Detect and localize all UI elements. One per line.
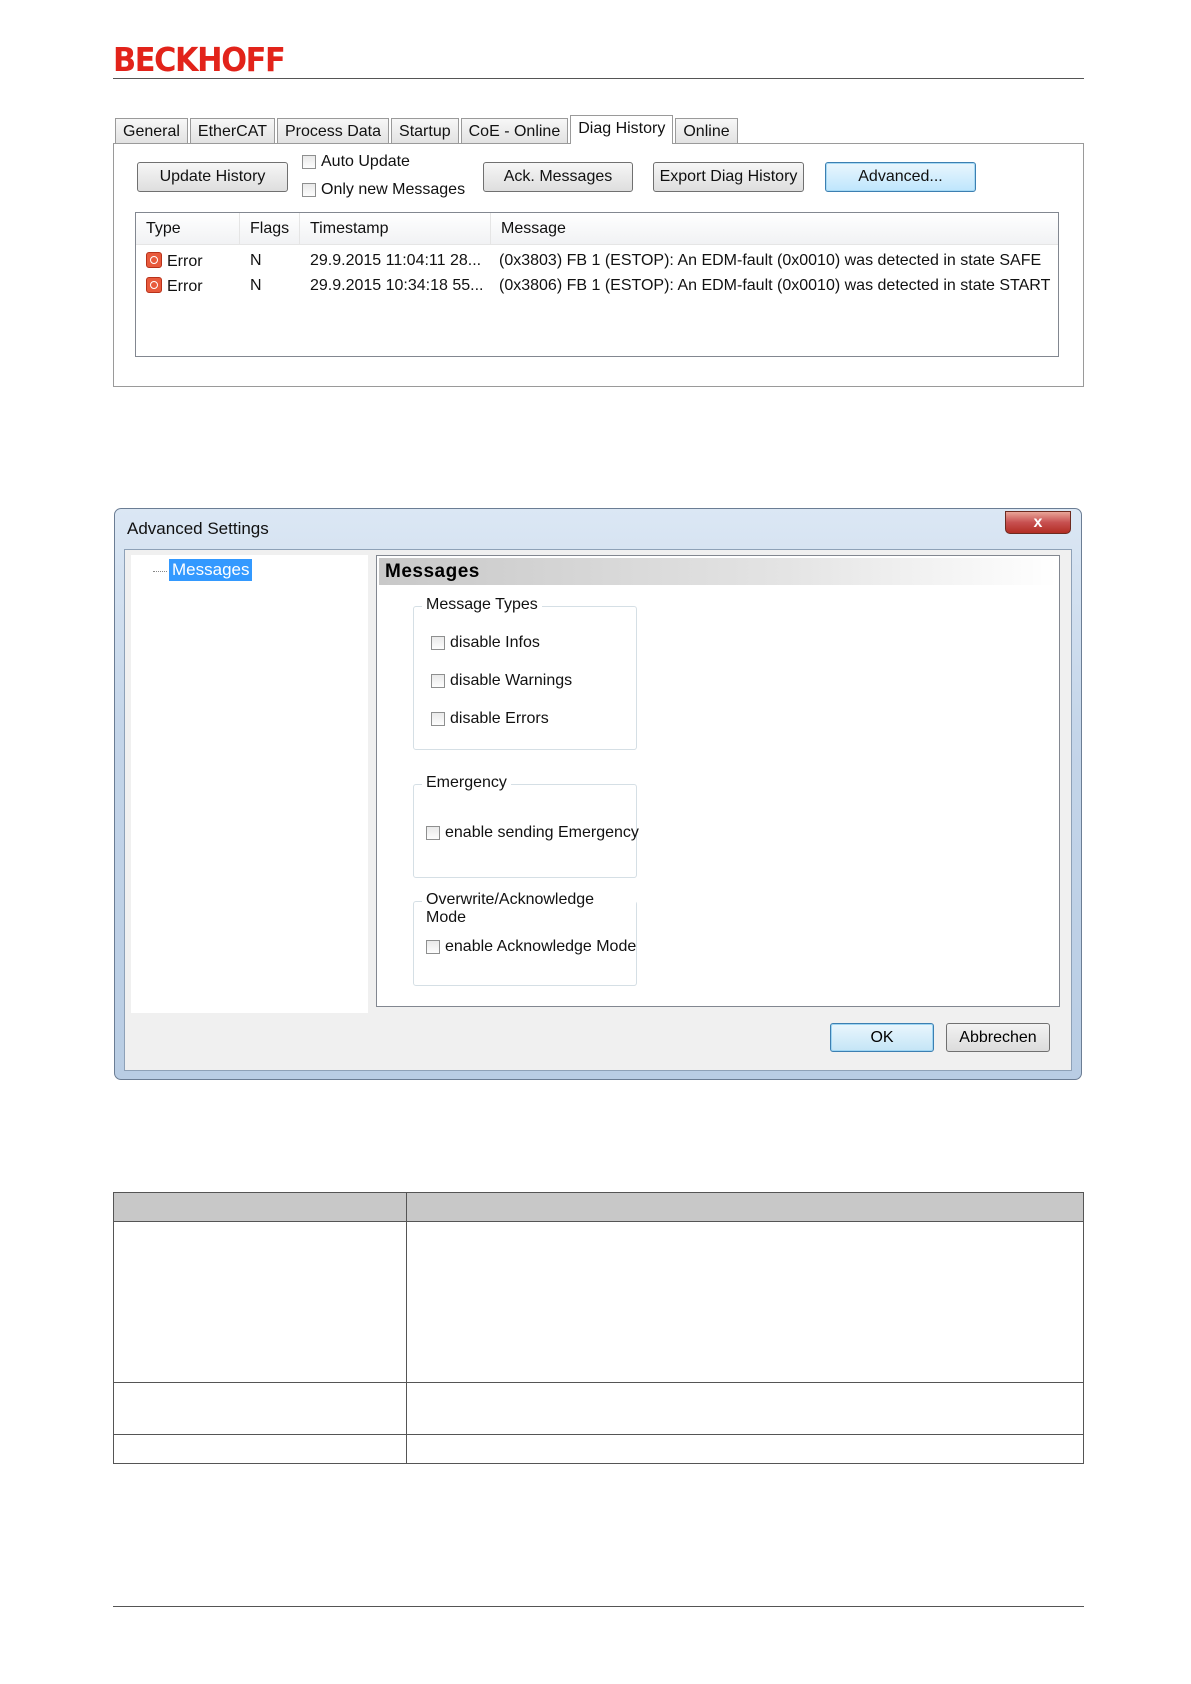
acknowledge-mode-group: Overwrite/Acknowledge Mode enable Acknow…: [413, 891, 637, 986]
table-cell: [113, 1382, 407, 1435]
table-row: [113, 1382, 1084, 1435]
dialog-client-area: Messages Messages Message Types disable …: [124, 549, 1072, 1071]
row-type-cell: Error: [146, 252, 203, 271]
disable-warnings-label: disable Warnings: [450, 672, 573, 689]
messages-page: Messages Message Types disable Infos dis…: [376, 555, 1060, 1007]
row-flags-cell: N: [250, 252, 262, 269]
row-flags-cell: N: [250, 277, 262, 294]
advanced-button[interactable]: Advanced...: [825, 162, 976, 192]
group-label-acknowledge-mode: Overwrite/Acknowledge Mode: [422, 891, 636, 927]
tab-process-data[interactable]: Process Data: [276, 118, 390, 143]
tab-strip: General EtherCAT Process Data Startup Co…: [115, 115, 740, 144]
group-label-message-types: Message Types: [422, 596, 542, 614]
disable-infos-checkbox[interactable]: disable Infos: [431, 634, 540, 652]
column-header-flags[interactable]: Flags: [240, 213, 300, 244]
tree-connector: [153, 571, 167, 572]
table-header-cell: [406, 1192, 1084, 1222]
table-cell: [406, 1221, 1084, 1383]
column-header-message[interactable]: Message: [491, 213, 1058, 244]
close-button[interactable]: x: [1005, 511, 1071, 534]
settings-tree[interactable]: Messages: [131, 555, 368, 1013]
enable-acknowledge-mode-label: enable Acknowledge Mode: [445, 938, 637, 955]
checkbox-box[interactable]: [431, 712, 445, 726]
ok-button[interactable]: OK: [830, 1023, 934, 1052]
ack-messages-button[interactable]: Ack. Messages: [483, 162, 633, 192]
group-label-emergency: Emergency: [422, 774, 511, 792]
disable-warnings-checkbox[interactable]: disable Warnings: [431, 672, 572, 690]
error-icon: [146, 277, 162, 293]
error-icon: [146, 252, 162, 268]
tab-diag-history[interactable]: Diag History: [570, 115, 674, 144]
table-cell: [113, 1221, 407, 1383]
only-new-messages-label: Only new Messages: [321, 181, 466, 198]
dialog-title: Advanced Settings: [127, 519, 269, 538]
table-cell: [406, 1382, 1084, 1435]
column-header-type[interactable]: Type: [136, 213, 240, 244]
footer-divider: [113, 1606, 1084, 1607]
row-timestamp-cell: 29.9.2015 11:04:11 28...: [310, 252, 482, 269]
tab-ethercat[interactable]: EtherCAT: [189, 118, 275, 143]
page-title: Messages: [379, 558, 1057, 585]
tree-item-messages[interactable]: Messages: [169, 559, 253, 581]
close-icon: x: [1033, 514, 1043, 531]
row-timestamp-cell: 29.9.2015 10:34:18 55...: [310, 277, 484, 294]
message-types-group: Message Types disable Infos disable Warn…: [413, 596, 637, 750]
row-type-text: Error: [167, 278, 203, 295]
row-message-cell: (0x3803) FB 1 (ESTOP): An EDM-fault (0x0…: [499, 252, 1042, 269]
row-type-cell: Error: [146, 277, 203, 296]
checkbox-box[interactable]: [302, 183, 316, 197]
brand-logo: BECKHOFF: [113, 40, 286, 79]
table-row: [113, 1434, 1084, 1464]
tab-coe-online[interactable]: CoE - Online: [460, 118, 569, 143]
row-message-cell: (0x3806) FB 1 (ESTOP): An EDM-fault (0x0…: [499, 277, 1051, 294]
tab-online[interactable]: Online: [675, 118, 738, 143]
auto-update-checkbox[interactable]: Auto Update: [302, 153, 410, 171]
checkbox-box[interactable]: [426, 826, 440, 840]
disable-infos-label: disable Infos: [450, 634, 540, 651]
checkbox-box[interactable]: [302, 155, 316, 169]
enable-sending-emergency-label: enable sending Emergency: [445, 824, 639, 841]
advanced-settings-dialog: Advanced Settings x Messages Messages Me…: [114, 508, 1082, 1080]
table-header-cell: [113, 1192, 407, 1222]
disable-errors-checkbox[interactable]: disable Errors: [431, 710, 549, 728]
diag-message-list[interactable]: Type Flags Timestamp Message Error N 29.…: [135, 212, 1059, 357]
header-divider: [113, 78, 1084, 79]
table-row: [113, 1221, 1084, 1383]
table-cell: [113, 1434, 407, 1464]
diag-history-panel: Update History Auto Update Only new Mess…: [113, 143, 1084, 387]
emergency-group: Emergency enable sending Emergency: [413, 774, 639, 878]
column-header-timestamp[interactable]: Timestamp: [300, 213, 491, 244]
checkbox-box[interactable]: [431, 636, 445, 650]
table-header-row: [113, 1192, 1084, 1222]
table-cell: [406, 1434, 1084, 1464]
tab-general[interactable]: General: [115, 118, 188, 143]
tab-startup[interactable]: Startup: [391, 118, 459, 143]
enable-acknowledge-mode-checkbox[interactable]: enable Acknowledge Mode: [426, 938, 636, 956]
diag-history-window: General EtherCAT Process Data Startup Co…: [113, 115, 1084, 387]
row-type-text: Error: [167, 253, 203, 270]
only-new-messages-checkbox[interactable]: Only new Messages: [302, 181, 465, 199]
list-header: Type Flags Timestamp Message: [136, 213, 1058, 245]
update-history-button[interactable]: Update History: [137, 162, 288, 192]
checkbox-box[interactable]: [426, 940, 440, 954]
cancel-button[interactable]: Abbrechen: [946, 1023, 1050, 1052]
parameter-table: [113, 1192, 1084, 1464]
export-diag-history-button[interactable]: Export Diag History: [653, 162, 804, 192]
disable-errors-label: disable Errors: [450, 710, 549, 727]
auto-update-label: Auto Update: [321, 153, 410, 170]
checkbox-box[interactable]: [431, 674, 445, 688]
enable-sending-emergency-checkbox[interactable]: enable sending Emergency: [426, 824, 639, 842]
